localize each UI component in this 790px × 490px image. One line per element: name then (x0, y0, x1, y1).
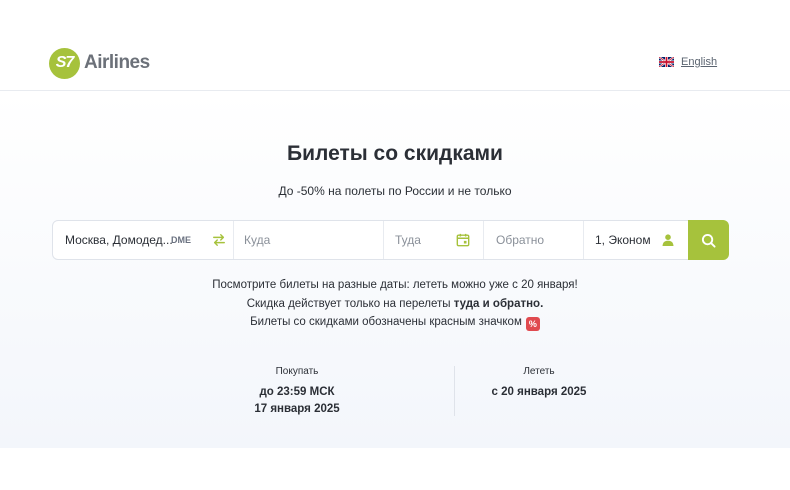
return-date-field[interactable]: Обратно (483, 221, 583, 259)
page-subtitle: До -50% на полеты по России и не только (278, 184, 512, 198)
search-button[interactable] (688, 220, 729, 260)
search-icon (701, 233, 716, 248)
uk-flag-icon (659, 57, 674, 67)
swap-arrows-icon (213, 234, 225, 246)
info-line-badge-text: Билеты со скидками обозначены красным зн… (250, 316, 522, 328)
calendar-icon[interactable] (456, 233, 470, 247)
swap-button[interactable] (205, 221, 233, 259)
discount-badge-icon: % (525, 317, 540, 331)
origin-value: Москва, Домодед... (65, 233, 173, 247)
passengers-value: 1, Эконом (595, 233, 651, 247)
return-date-placeholder: Обратно (496, 233, 545, 247)
buy-period-time: до 23:59 МСК (259, 386, 335, 398)
logo-text: Airlines (84, 52, 150, 73)
language-label[interactable]: English (681, 56, 717, 68)
info-line-round-trip-text: Скидка действует только на перелеты (246, 297, 454, 310)
destination-field[interactable]: Куда (233, 221, 383, 259)
fly-period-label: Лететь (523, 366, 555, 377)
flight-search-form: Москва, Домодед... DME Куда Туда Обратно… (52, 220, 729, 260)
s7-logo[interactable]: S7 Airlines (49, 47, 150, 79)
fly-period: Лететь с 20 января 2025 (439, 366, 639, 401)
info-line-round-trip: Скидка действует только на перелеты туда… (0, 295, 790, 314)
destination-placeholder: Куда (244, 233, 271, 247)
departure-date-placeholder: Туда (395, 233, 421, 247)
language-switcher[interactable]: English (659, 56, 717, 68)
page-title: Билеты со скидками (287, 142, 503, 165)
buy-period: Покупать до 23:59 МСК 17 января 2025 (197, 366, 397, 418)
s7-logo-badge: S7 (49, 47, 80, 79)
info-line-round-trip-bold: туда и обратно. (453, 297, 544, 310)
person-icon (662, 234, 674, 246)
origin-airport-code: DME (171, 235, 191, 245)
promo-info: Посмотрите билеты на разные даты: лететь… (0, 276, 790, 332)
info-line-badge: Билеты со скидками обозначены красным зн… (0, 313, 790, 332)
site-header: S7 Airlines English (0, 0, 790, 91)
info-line-dates: Посмотрите билеты на разные даты: лететь… (212, 279, 578, 291)
buy-period-label: Покупать (275, 366, 319, 377)
buy-period-date: 17 января 2025 (254, 403, 340, 415)
fly-period-date: с 20 января 2025 (491, 386, 587, 398)
